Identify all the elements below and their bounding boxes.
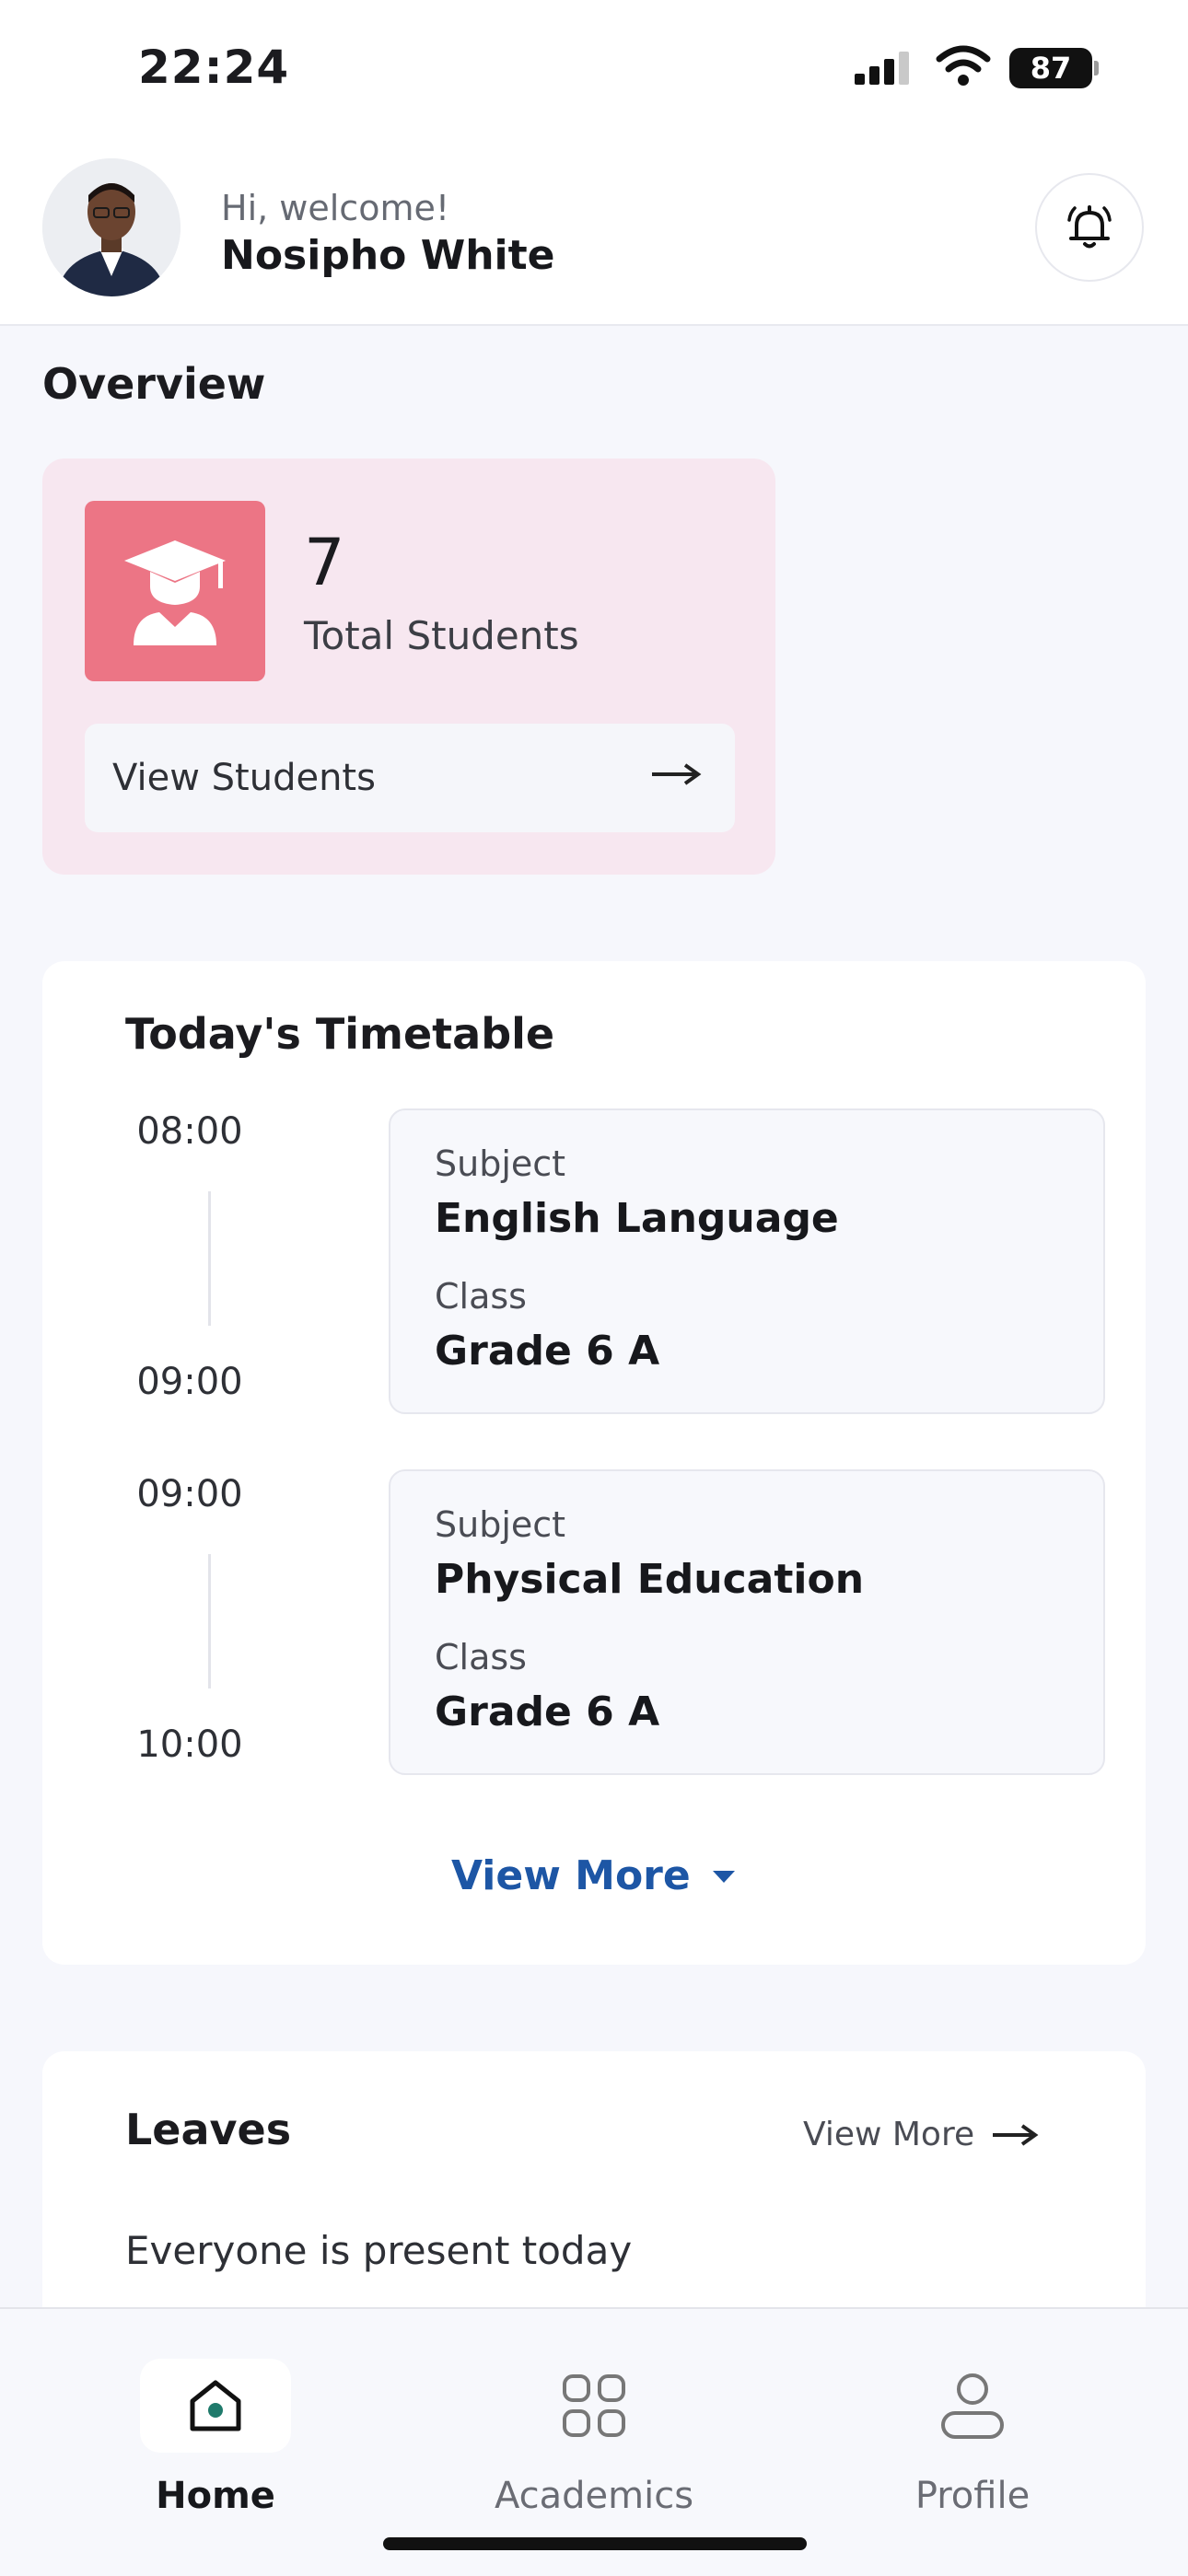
user-photo [42, 158, 181, 296]
battery-level: 87 [1009, 48, 1092, 88]
nav-label-profile: Profile [914, 2475, 1031, 2517]
slot-end-time: 10:00 [136, 1723, 243, 1766]
greeting-text: Hi, welcome! [221, 188, 450, 228]
user-name: Nosipho White [221, 232, 555, 279]
avatar[interactable] [42, 158, 181, 296]
class-label: Class [435, 1276, 527, 1317]
battery-tip [1094, 61, 1099, 75]
class-value: Grade 6 A [435, 1688, 660, 1735]
timetable-card: Today's Timetable 08:00 09:00 Subject En… [42, 961, 1146, 1965]
timetable-slot[interactable]: Subject Physical Education Class Grade 6… [389, 1469, 1105, 1775]
class-label: Class [435, 1637, 527, 1677]
subject-label: Subject [435, 1504, 566, 1545]
subject-label: Subject [435, 1143, 566, 1184]
timetable-title: Today's Timetable [125, 1009, 555, 1059]
arrow-right-icon [993, 2123, 1039, 2146]
home-indicator [383, 2537, 807, 2550]
timetable-slot[interactable]: Subject English Language Class Grade 6 A [389, 1108, 1105, 1414]
leaves-title: Leaves [125, 2105, 292, 2154]
home-icon [190, 2380, 241, 2431]
nav-item-profile[interactable]: Profile [834, 2359, 1111, 2517]
timeline-line [208, 1191, 211, 1326]
slot-start-time: 08:00 [136, 1110, 243, 1153]
slot-end-time: 09:00 [136, 1361, 243, 1403]
class-value: Grade 6 A [435, 1328, 660, 1375]
timetable-view-more-button[interactable]: View More [451, 1852, 737, 1899]
overview-card: 7 Total Students View Students [42, 458, 775, 875]
profile-icon-wrap [897, 2359, 1048, 2453]
graduate-icon [124, 540, 226, 645]
academics-icon-wrap [518, 2359, 670, 2453]
slot-start-time: 09:00 [136, 1473, 243, 1515]
overview-heading: Overview [42, 359, 266, 409]
bottom-navigation: Home Academics Profile [0, 2307, 1188, 2576]
total-students-label: Total Students [304, 613, 579, 658]
leaves-view-more-link[interactable]: View More [803, 2116, 1039, 2153]
total-students-count: 7 [304, 525, 345, 600]
user-icon [941, 2373, 1004, 2439]
status-time: 22:24 [138, 41, 290, 94]
grid-icon [563, 2374, 625, 2437]
wifi-icon [936, 45, 991, 86]
view-students-button[interactable]: View Students [85, 724, 735, 832]
caret-down-icon [712, 1870, 735, 1883]
nav-item-home[interactable]: Home [77, 2359, 354, 2517]
subject-value: English Language [435, 1195, 839, 1242]
bell-icon [1067, 205, 1112, 249]
status-bar: 22:24 87 [0, 0, 1188, 147]
student-tile [85, 501, 265, 681]
notifications-button[interactable] [1035, 173, 1144, 282]
nav-item-academics[interactable]: Academics [456, 2359, 732, 2517]
nav-label-academics: Academics [494, 2475, 694, 2517]
leaves-view-more-label: View More [803, 2116, 975, 2153]
timeline-line [208, 1554, 211, 1688]
view-more-label: View More [451, 1852, 691, 1899]
arrow-right-icon [652, 763, 702, 785]
view-students-label: View Students [112, 757, 376, 799]
leaves-status-text: Everyone is present today [125, 2228, 633, 2273]
cellular-signal-icon [855, 52, 909, 85]
home-icon-wrap [140, 2359, 291, 2453]
nav-label-home: Home [156, 2475, 275, 2517]
app-header: Hi, welcome! Nosipho White [0, 147, 1188, 326]
subject-value: Physical Education [435, 1556, 865, 1603]
